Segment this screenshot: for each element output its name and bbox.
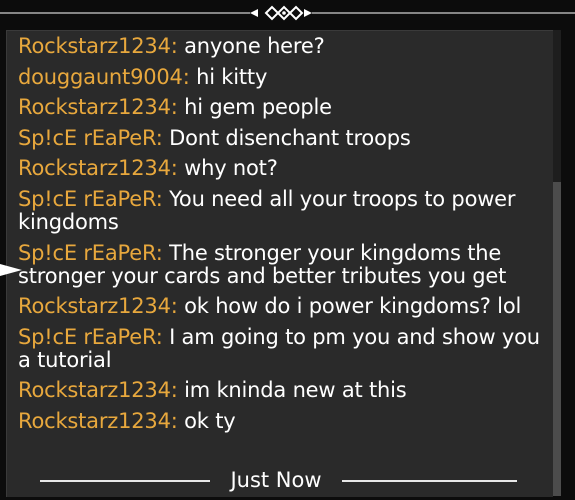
chat-message-panel[interactable]: Rockstarz1234: anyone here? douggaunt9004… <box>6 30 553 497</box>
timestamp-label: Just Now <box>230 468 322 492</box>
scrollbar-thumb[interactable] <box>553 182 561 496</box>
username[interactable]: Rockstarz1234: <box>18 294 178 318</box>
chat-message: Sp!cE rEaPeR: I am going to pm you and s… <box>18 325 548 372</box>
pointer-arrow-icon <box>0 264 22 276</box>
message-text: why not? <box>184 156 278 181</box>
username[interactable]: Sp!cE rEaPeR: <box>18 325 163 349</box>
message-text: hi gem people <box>184 95 332 120</box>
divider-line-left <box>40 480 210 482</box>
message-text: im kninda new at this <box>184 378 407 403</box>
chat-message: Rockstarz1234: im kninda new at this <box>18 379 548 402</box>
chat-message: Rockstarz1234: why not? <box>18 157 548 180</box>
username[interactable]: Rockstarz1234: <box>18 378 178 402</box>
message-text: Dont disenchant troops <box>169 125 411 150</box>
chat-message: Sp!cE rEaPeR: Dont disenchant troops <box>18 125 548 150</box>
chat-message: douggaunt9004: hi kitty <box>18 64 548 89</box>
chat-window: Rockstarz1234: anyone here? douggaunt9004… <box>0 0 575 500</box>
username[interactable]: Sp!cE rEaPeR: <box>18 126 163 150</box>
chat-message: Sp!cE rEaPeR: The stronger your kingdoms… <box>18 241 548 288</box>
message-text: hi kitty <box>196 64 268 89</box>
message-text: ok ty <box>184 408 236 433</box>
timestamp-divider: Just Now <box>0 466 552 496</box>
chat-message: Rockstarz1234: hi gem people <box>18 96 548 119</box>
chat-message: Rockstarz1234: anyone here? <box>18 35 548 58</box>
message-list: Rockstarz1234: anyone here? douggaunt9004… <box>18 35 548 441</box>
chat-message: Rockstarz1234: ok ty <box>18 408 548 433</box>
username[interactable]: Rockstarz1234: <box>18 156 178 180</box>
username[interactable]: Rockstarz1234: <box>18 95 178 119</box>
message-text: ok how do i power kingdoms? lol <box>184 294 522 319</box>
message-text: anyone here? <box>184 34 325 58</box>
username[interactable]: Rockstarz1234: <box>18 34 178 58</box>
username[interactable]: douggaunt9004: <box>18 65 190 89</box>
username[interactable]: Sp!cE rEaPeR: <box>18 187 163 211</box>
divider-line-right <box>342 480 517 482</box>
diamond-ornament-icon <box>0 5 575 21</box>
username[interactable]: Sp!cE rEaPeR: <box>18 241 163 265</box>
chat-message: Rockstarz1234: ok how do i power kingdom… <box>18 295 548 318</box>
chat-message: Sp!cE rEaPeR: You need all your troops t… <box>18 187 548 234</box>
username[interactable]: Rockstarz1234: <box>18 409 178 433</box>
